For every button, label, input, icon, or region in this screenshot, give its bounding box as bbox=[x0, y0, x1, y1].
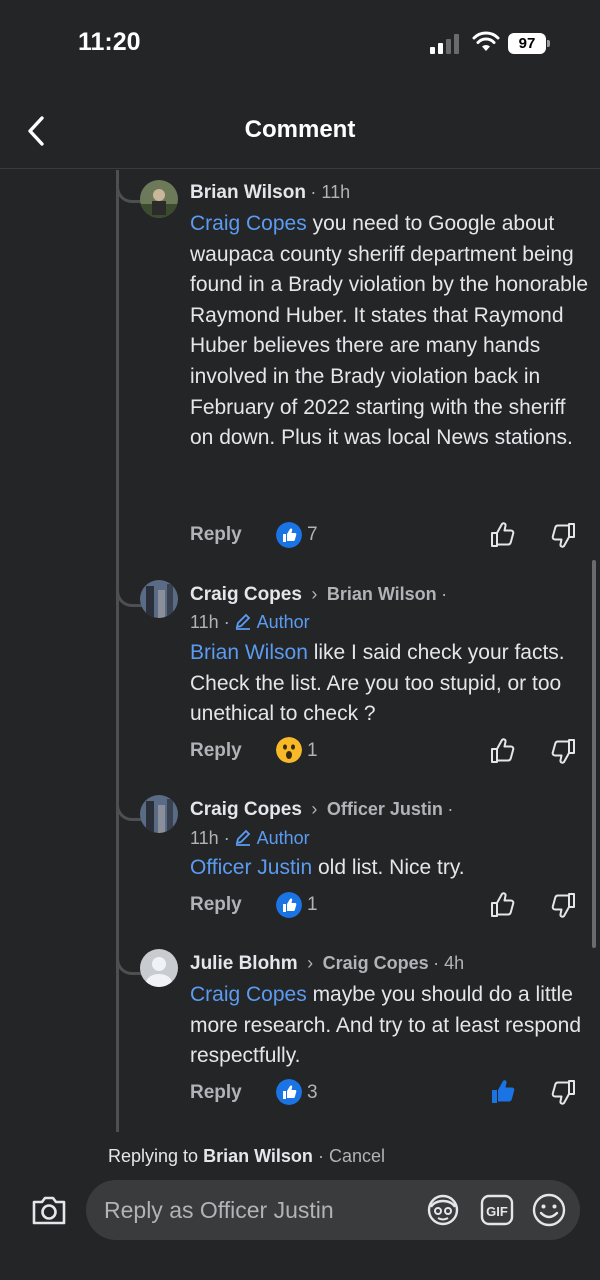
battery-indicator: 97 bbox=[508, 33, 546, 54]
thumbs-down-icon[interactable] bbox=[548, 890, 578, 920]
comment-body: Officer Justin old list. Nice try. bbox=[190, 853, 590, 884]
reaction-count: 1 bbox=[307, 740, 318, 761]
thread-line bbox=[116, 170, 119, 1132]
avatar[interactable] bbox=[140, 580, 178, 618]
replying-to-bar: Replying to Brian Wilson · Cancel bbox=[108, 1146, 385, 1167]
reply-button[interactable]: Reply bbox=[190, 894, 242, 916]
comment-time: 11h · bbox=[190, 828, 230, 848]
thumbs-up-icon[interactable] bbox=[488, 520, 518, 550]
comment-header: Brian Wilson · 11h bbox=[190, 182, 350, 204]
comment-text: old list. Nice try. bbox=[312, 856, 465, 879]
thumbs-down-icon[interactable] bbox=[548, 520, 578, 550]
wifi-icon bbox=[472, 31, 500, 51]
reply-to-chevron-icon: › bbox=[306, 584, 323, 604]
avatar[interactable] bbox=[140, 795, 178, 833]
mention-link[interactable]: Brian Wilson bbox=[190, 641, 308, 664]
like-reaction-icon[interactable] bbox=[276, 522, 302, 548]
comment-author[interactable]: Craig Copes bbox=[190, 799, 302, 820]
wow-reaction-icon[interactable] bbox=[276, 737, 302, 763]
comment-header: Craig Copes › Officer Justin · bbox=[190, 799, 453, 821]
reaction-count: 7 bbox=[307, 524, 318, 545]
like-reaction-icon[interactable] bbox=[276, 892, 302, 918]
gif-icon[interactable]: GIF bbox=[478, 1191, 516, 1229]
thumbs-down-icon[interactable] bbox=[548, 736, 578, 766]
comment-time: 11h · bbox=[190, 612, 230, 632]
replying-prefix: Replying to bbox=[108, 1146, 199, 1166]
avatar-photo-icon bbox=[140, 795, 178, 833]
thumbs-up-filled-icon[interactable] bbox=[488, 1077, 518, 1107]
scrollbar[interactable] bbox=[592, 560, 596, 948]
comment-header: Craig Copes › Brian Wilson · bbox=[190, 584, 447, 606]
comment-text: you need to Google about waupaca county … bbox=[190, 212, 589, 450]
header-divider bbox=[0, 168, 600, 169]
comment-body: Brian Wilson like I said check your fact… bbox=[190, 638, 590, 730]
avatar[interactable] bbox=[140, 180, 178, 218]
reply-to-chevron-icon: › bbox=[302, 953, 319, 973]
comment-time: · 11h bbox=[310, 182, 351, 202]
svg-text:GIF: GIF bbox=[486, 1204, 508, 1219]
comment-header: Julie Blohm › Craig Copes · 4h bbox=[190, 953, 464, 975]
author-badge: Author bbox=[256, 612, 310, 632]
comment-subheader: 11h · Author bbox=[190, 828, 310, 849]
comment-author[interactable]: Julie Blohm bbox=[190, 953, 298, 974]
like-reaction-icon[interactable] bbox=[276, 1079, 302, 1105]
reaction-count: 3 bbox=[307, 1082, 318, 1103]
comment-author[interactable]: Craig Copes bbox=[190, 584, 302, 605]
comment-subheader: 11h · Author bbox=[190, 612, 310, 633]
reply-button[interactable]: Reply bbox=[190, 1082, 242, 1104]
pencil-icon bbox=[235, 829, 251, 846]
replying-name: Brian Wilson bbox=[203, 1146, 313, 1166]
avatar-sticker-icon[interactable] bbox=[424, 1191, 462, 1229]
reply-button[interactable]: Reply bbox=[190, 524, 242, 546]
reply-to-name[interactable]: Officer Justin bbox=[327, 799, 443, 819]
comment-body: Craig Copes maybe you should do a little… bbox=[190, 980, 590, 1072]
comment-time: · 4h bbox=[433, 953, 465, 973]
reply-to-name[interactable]: Craig Copes bbox=[323, 953, 429, 973]
thumbs-up-icon[interactable] bbox=[488, 736, 518, 766]
avatar-photo-icon bbox=[140, 580, 178, 618]
comment-separator: · bbox=[447, 799, 454, 819]
author-badge: Author bbox=[256, 828, 310, 848]
mention-link[interactable]: Craig Copes bbox=[190, 983, 307, 1006]
mention-link[interactable]: Officer Justin bbox=[190, 856, 312, 879]
camera-icon[interactable] bbox=[30, 1193, 68, 1227]
mention-link[interactable]: Craig Copes bbox=[190, 212, 307, 235]
avatar[interactable] bbox=[140, 949, 178, 987]
comment-body: Craig Copes you need to Google about wau… bbox=[190, 209, 590, 454]
cancel-reply-button[interactable]: · Cancel bbox=[318, 1146, 385, 1166]
reply-input-placeholder: Reply as Officer Justin bbox=[104, 1197, 334, 1223]
reaction-count: 1 bbox=[307, 894, 318, 915]
battery-tip bbox=[547, 40, 550, 47]
comment-separator: · bbox=[441, 584, 448, 604]
comment-author[interactable]: Brian Wilson bbox=[190, 182, 306, 203]
thumbs-up-icon[interactable] bbox=[488, 890, 518, 920]
thumbs-down-icon[interactable] bbox=[548, 1077, 578, 1107]
reply-to-name[interactable]: Brian Wilson bbox=[327, 584, 437, 604]
status-time: 11:20 bbox=[78, 28, 141, 56]
emoji-icon[interactable] bbox=[530, 1191, 568, 1229]
page-title: Comment bbox=[244, 116, 356, 143]
reply-button[interactable]: Reply bbox=[190, 740, 242, 762]
reply-to-chevron-icon: › bbox=[306, 799, 323, 819]
default-avatar-icon bbox=[140, 949, 178, 987]
cellular-signal-icon bbox=[430, 34, 459, 54]
avatar-photo-icon bbox=[140, 180, 178, 218]
pencil-icon bbox=[235, 613, 251, 630]
